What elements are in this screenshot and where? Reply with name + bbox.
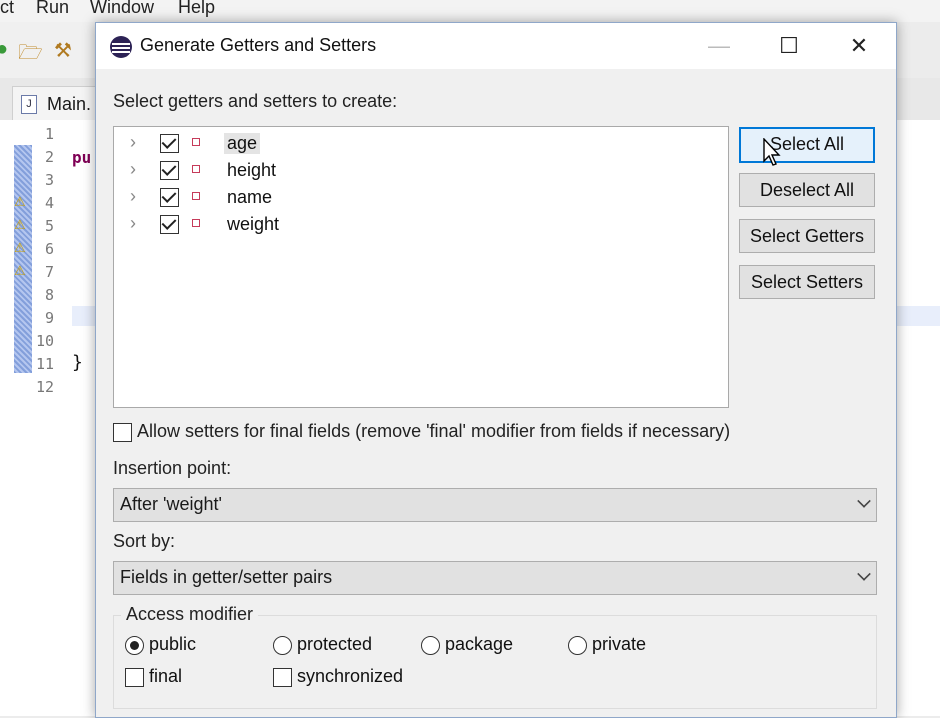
minimize-button[interactable]: —: [689, 23, 749, 69]
radio-package[interactable]: [421, 636, 440, 655]
generate-getters-setters-dialog: Generate Getters and Setters — ☐ ✕ Selec…: [95, 22, 897, 718]
radio-private-label[interactable]: private: [592, 634, 646, 655]
dialog-title: Generate Getters and Setters: [140, 35, 377, 55]
tree-row-age[interactable]: › age: [114, 130, 728, 157]
line-number: 5: [44, 217, 54, 235]
menu-help[interactable]: Help: [178, 0, 215, 18]
code-keyword: pu: [72, 148, 92, 167]
code-brace: }: [72, 352, 83, 373]
open-folder-icon[interactable]: 🗁: [18, 38, 43, 72]
line-number: 9: [44, 309, 54, 327]
line-number: 12: [35, 378, 54, 396]
field-name: name: [227, 187, 273, 207]
eclipse-icon: [110, 36, 132, 58]
menu-project[interactable]: ct: [0, 0, 14, 18]
select-getters-button[interactable]: Select Getters: [739, 219, 875, 253]
sort-by-select[interactable]: Fields in getter/setter pairs: [113, 561, 877, 595]
chevron-right-icon[interactable]: ›: [130, 132, 136, 153]
radio-protected[interactable]: [273, 636, 292, 655]
tree-row-name[interactable]: › name: [114, 184, 728, 211]
line-number: 3: [44, 171, 54, 189]
editor-tab-label: Main.: [47, 94, 92, 114]
maximize-button[interactable]: ☐: [759, 23, 819, 69]
select-setters-button[interactable]: Select Setters: [739, 265, 875, 299]
line-number: 1: [44, 125, 54, 143]
line-number: 6: [44, 240, 54, 258]
field-checkbox[interactable]: [160, 134, 179, 153]
radio-public-label[interactable]: public: [149, 634, 196, 655]
menu-bar: ct Run Window Help: [0, 0, 940, 22]
line-number: 8: [44, 286, 54, 304]
sort-by-label: Sort by:: [113, 531, 176, 551]
radio-private[interactable]: [568, 636, 587, 655]
chevron-right-icon[interactable]: ›: [130, 159, 136, 180]
radio-protected-label[interactable]: protected: [297, 634, 372, 655]
select-prompt: Select getters and setters to create:: [113, 91, 398, 111]
run-icon[interactable]: ●: [0, 38, 8, 61]
field-checkbox[interactable]: [160, 215, 179, 234]
insertion-point-value: After 'weight': [120, 494, 222, 514]
radio-package-label[interactable]: package: [445, 634, 513, 655]
insertion-point-select[interactable]: After 'weight': [113, 488, 877, 522]
field-icon: [192, 219, 200, 227]
tree-row-height[interactable]: › height: [114, 157, 728, 184]
synchronized-checkbox[interactable]: [273, 668, 292, 687]
mouse-cursor-icon: [763, 138, 781, 166]
fields-tree[interactable]: › age › height › name › weight: [113, 126, 729, 408]
chevron-down-icon: [857, 567, 871, 581]
java-file-icon: J: [21, 95, 37, 114]
access-modifier-group: [113, 615, 877, 709]
field-icon: [192, 192, 200, 200]
line-number: 4: [44, 194, 54, 212]
line-number: 7: [44, 263, 54, 281]
synchronized-checkbox-label[interactable]: synchronized: [297, 666, 403, 687]
tree-row-weight[interactable]: › weight: [114, 211, 728, 238]
tool-icon[interactable]: ⚒: [54, 38, 72, 63]
dialog-titlebar[interactable]: Generate Getters and Setters — ☐ ✕: [96, 23, 896, 69]
select-all-button[interactable]: Select All: [739, 127, 875, 163]
line-number: 11: [35, 355, 54, 373]
allow-final-checkbox[interactable]: [113, 423, 132, 442]
field-name: age: [224, 133, 261, 154]
field-name: weight: [227, 214, 280, 234]
menu-run[interactable]: Run: [36, 0, 69, 18]
field-icon: [192, 138, 200, 146]
menu-window[interactable]: Window: [90, 0, 154, 18]
line-number: 10: [35, 332, 54, 350]
field-icon: [192, 165, 200, 173]
access-modifier-title: Access modifier: [121, 604, 259, 625]
deselect-all-button[interactable]: Deselect All: [739, 173, 875, 207]
field-name: height: [227, 160, 277, 180]
chevron-right-icon[interactable]: ›: [130, 186, 136, 207]
line-number: 2: [44, 148, 54, 166]
allow-final-label[interactable]: Allow setters for final fields (remove '…: [137, 421, 730, 442]
sort-by-value: Fields in getter/setter pairs: [120, 567, 333, 587]
field-checkbox[interactable]: [160, 188, 179, 207]
chevron-right-icon[interactable]: ›: [130, 213, 136, 234]
final-checkbox-label[interactable]: final: [149, 666, 182, 687]
insertion-point-label: Insertion point:: [113, 458, 232, 478]
chevron-down-icon: [857, 494, 871, 508]
editor-tab-main[interactable]: J Main.: [12, 86, 104, 121]
ide-toolbar: ● 🗁 ⚒: [0, 22, 100, 78]
field-checkbox[interactable]: [160, 161, 179, 180]
close-button[interactable]: ✕: [829, 23, 889, 69]
final-checkbox[interactable]: [125, 668, 144, 687]
radio-public[interactable]: [125, 636, 144, 655]
